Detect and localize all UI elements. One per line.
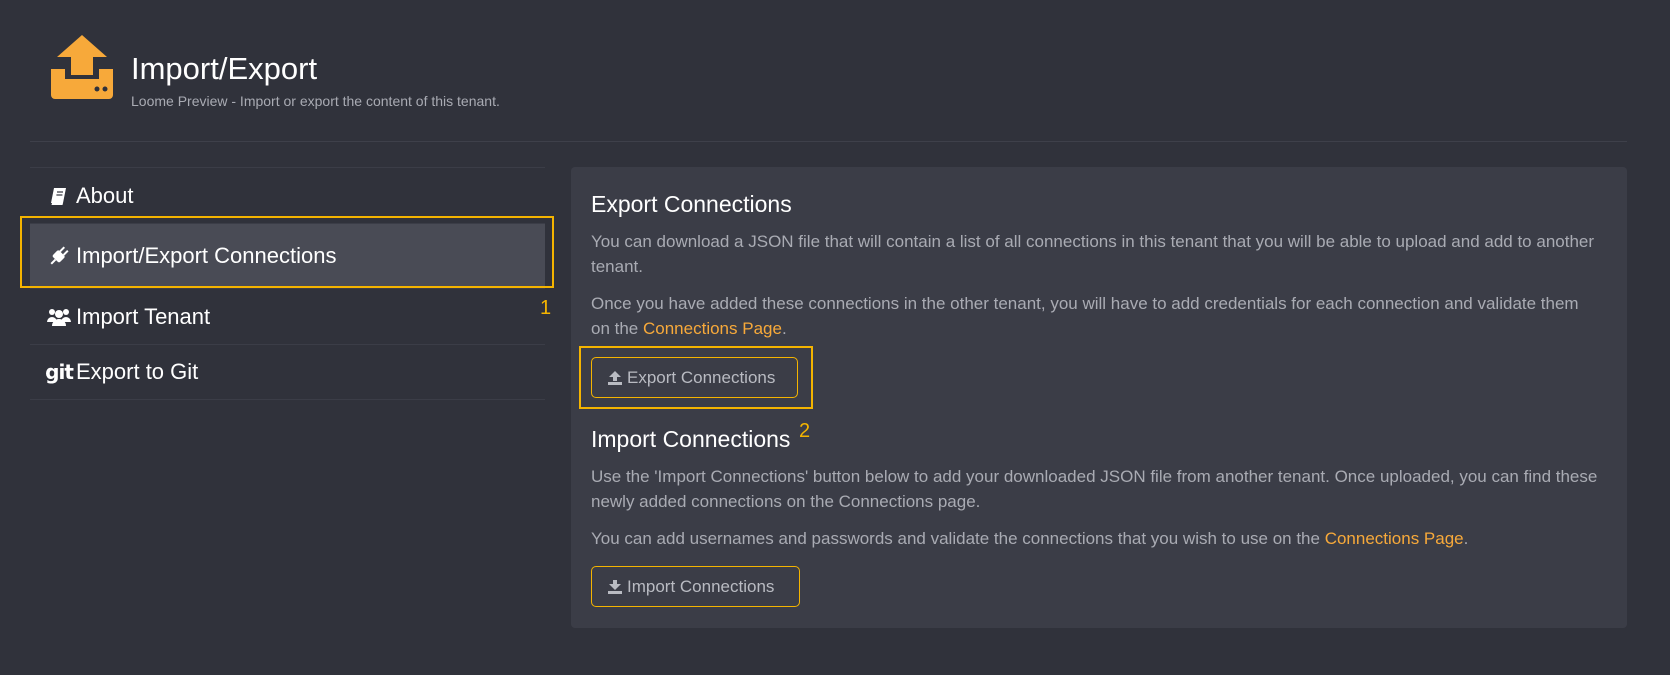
import-connections-button[interactable]: Import Connections bbox=[591, 566, 800, 607]
content-card: Export Connections You can download a JS… bbox=[571, 167, 1627, 628]
sidebar-item-label: Import Tenant bbox=[76, 303, 211, 329]
connections-page-link[interactable]: Connections Page bbox=[643, 319, 782, 338]
active-item-highlight bbox=[20, 216, 554, 288]
sidebar-item-label: Export to Git bbox=[76, 359, 199, 384]
import-section-title: Import Connections bbox=[591, 426, 791, 452]
import-instructions-text: You can add usernames and passwords and … bbox=[591, 529, 1325, 548]
header-text: Import/Export Loome Preview - Import or … bbox=[131, 35, 500, 109]
sidebar-item-export-to-git[interactable]: git Export to Git bbox=[30, 344, 545, 400]
page-subtitle: Loome Preview - Import or export the con… bbox=[131, 93, 500, 109]
upload-icon bbox=[607, 370, 623, 386]
git-icon: git bbox=[45, 360, 74, 384]
header-divider bbox=[30, 141, 1627, 142]
period-text: . bbox=[781, 319, 787, 338]
import-export-page: Import/Export Loome Preview - Import or … bbox=[0, 0, 1670, 675]
import-description: Use the 'Import Connections' button belo… bbox=[591, 467, 1598, 511]
import-instructions: You can add usernames and passwords and … bbox=[591, 526, 1601, 551]
annotation-2: 2 bbox=[799, 420, 811, 442]
connections-page-link[interactable]: Connections Page bbox=[1325, 529, 1464, 548]
page-header: Import/Export Loome Preview - Import or … bbox=[47, 35, 500, 109]
sidebar-item-import-tenant[interactable]: Import Tenant bbox=[30, 288, 545, 344]
export-button-label: Export Connections bbox=[627, 367, 776, 387]
period-text: . bbox=[1463, 529, 1469, 548]
sidebar-item-label: About bbox=[76, 182, 134, 208]
upload-tray-icon bbox=[47, 35, 122, 107]
annotation-1: 1 bbox=[540, 297, 552, 319]
export-instructions: Once you have added these connections in… bbox=[591, 291, 1601, 341]
sidebar-item-about[interactable]: About bbox=[30, 167, 545, 223]
import-button-label: Import Connections bbox=[627, 576, 775, 596]
export-description: You can download a JSON file that will c… bbox=[591, 232, 1595, 276]
export-section-title: Export Connections bbox=[591, 191, 792, 217]
download-icon bbox=[607, 579, 623, 595]
users-icon bbox=[47, 305, 71, 329]
book-icon bbox=[47, 184, 71, 208]
export-connections-button[interactable]: Export Connections bbox=[591, 357, 798, 398]
page-title: Import/Export bbox=[131, 51, 318, 86]
